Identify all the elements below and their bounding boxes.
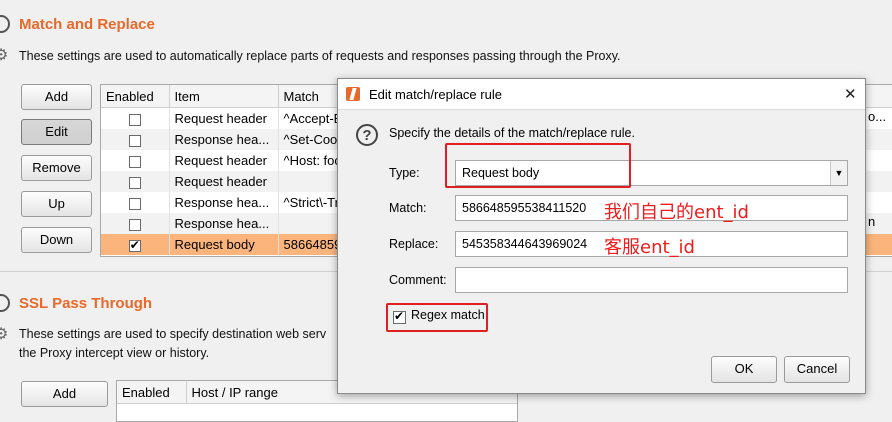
ssl-add-button[interactable]: Add — [21, 381, 108, 407]
enabled-checkbox[interactable] — [128, 218, 141, 231]
cancel-button[interactable]: Cancel — [784, 356, 850, 383]
gear-icon[interactable]: ⚙ — [0, 324, 8, 344]
help-question-icon: ? — [356, 124, 378, 146]
row-item: Response hea... — [169, 129, 279, 150]
row-item: Response hea... — [169, 213, 279, 234]
chevron-down-icon[interactable]: ▼ — [830, 161, 847, 185]
right-cell-fragment: n — [868, 214, 876, 229]
row-item: Response hea... — [169, 192, 279, 213]
column-header-enabled[interactable]: Enabled — [117, 381, 187, 404]
ssl-description-line2: the Proxy intercept view or history. — [19, 346, 210, 360]
column-header-enabled[interactable]: Enabled — [101, 85, 170, 108]
row-item: Request header — [169, 107, 279, 129]
dialog-titlebar[interactable]: Edit match/replace rule ✕ — [338, 79, 865, 110]
add-rule-button[interactable]: Add — [21, 84, 92, 110]
enabled-checkbox[interactable] — [128, 113, 141, 126]
ssl-description-line1: These settings are used to specify desti… — [19, 327, 327, 341]
burp-logo-icon — [346, 87, 360, 101]
comment-label: Comment: — [389, 273, 447, 287]
match-replace-help-icon[interactable] — [0, 15, 10, 33]
comment-input[interactable] — [455, 267, 848, 293]
edit-rule-dialog: Edit match/replace rule ✕ ? Specify the … — [337, 78, 866, 394]
replace-annotation: 客服ent_id — [604, 237, 695, 258]
row-item: Request body — [169, 234, 279, 255]
down-button[interactable]: Down — [21, 227, 92, 253]
match-replace-title: Match and Replace — [19, 16, 155, 33]
match-replace-description: These settings are used to automatically… — [19, 49, 621, 63]
ssl-help-icon[interactable] — [0, 294, 10, 312]
match-annotation: 我们自己的ent_id — [604, 202, 749, 223]
type-label: Type: — [389, 166, 420, 180]
enabled-checkbox[interactable] — [128, 238, 141, 252]
regex-highlight-box — [386, 303, 488, 332]
ok-button[interactable]: OK — [711, 356, 777, 383]
enabled-checkbox[interactable] — [128, 155, 141, 168]
row-item: Request header — [169, 150, 279, 171]
remove-rule-button[interactable]: Remove — [21, 155, 92, 181]
dialog-help-text: Specify the details of the match/replace… — [389, 126, 635, 140]
up-button[interactable]: Up — [21, 191, 92, 217]
dialog-title: Edit match/replace rule — [369, 87, 502, 102]
enabled-checkbox[interactable] — [128, 197, 141, 210]
right-cell-fragment: o... — [868, 109, 887, 124]
ssl-pass-through-title: SSL Pass Through — [19, 295, 153, 312]
match-label: Match: — [389, 201, 427, 215]
edit-rule-button[interactable]: Edit — [21, 119, 92, 145]
replace-label: Replace: — [389, 237, 439, 251]
enabled-checkbox[interactable] — [128, 176, 141, 189]
type-highlight-box — [445, 143, 631, 188]
column-header-item[interactable]: Item — [169, 85, 279, 108]
close-icon[interactable]: ✕ — [844, 85, 857, 103]
row-item: Request header — [169, 171, 279, 192]
enabled-checkbox[interactable] — [128, 134, 141, 147]
gear-icon[interactable]: ⚙ — [0, 45, 8, 65]
